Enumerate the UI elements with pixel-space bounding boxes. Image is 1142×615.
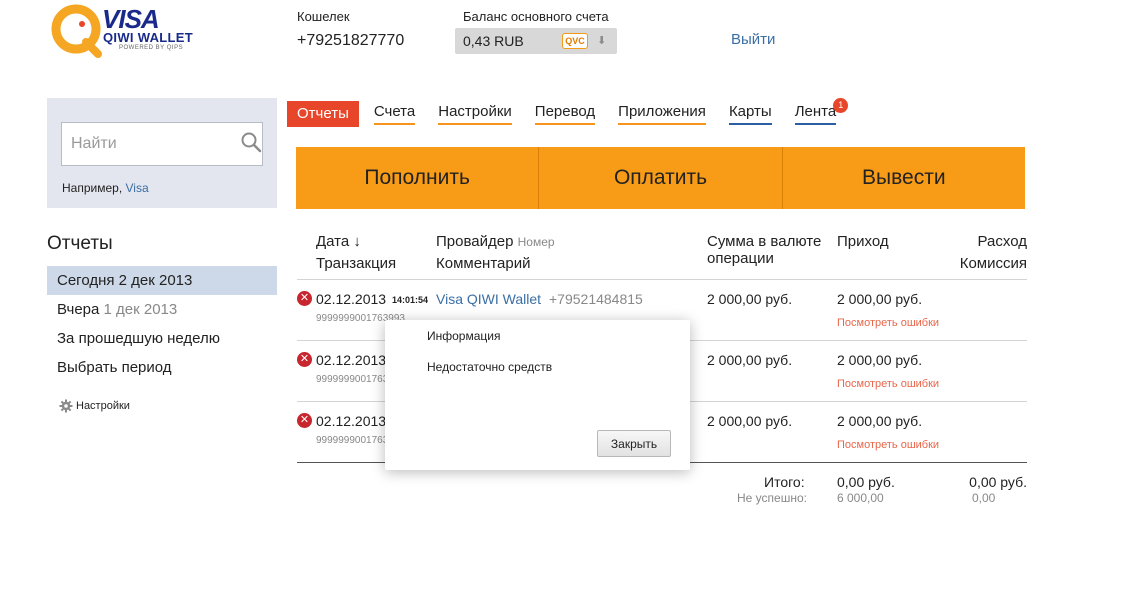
withdraw-button[interactable]: Вывести <box>783 147 1025 209</box>
gear-icon <box>59 399 73 413</box>
arrow-down-icon[interactable]: ⬇ <box>597 34 606 47</box>
totals-expense: 0,00 руб. <box>969 474 1027 490</box>
period-label: За прошедшую неделю <box>57 330 221 347</box>
action-bar: Пополнить Оплатить Вывести <box>296 147 1025 209</box>
header-amount-line1: Сумма в валюте <box>707 233 822 250</box>
row-date: 02.12.2013 <box>316 413 387 429</box>
logo-powered: POWERED BY QIPS <box>119 45 184 51</box>
main-tabs: Отчеты Счета Настройки Перевод Приложени… <box>287 98 859 127</box>
tab-feed-label: Лента <box>794 103 837 120</box>
totals-income-failed: 6 000,00 <box>837 491 884 505</box>
error-icon: ✕ <box>297 413 312 428</box>
header-expense: Расход <box>977 233 1027 250</box>
tab-settings[interactable]: Настройки <box>438 101 512 125</box>
row-transaction: 9999999001763 <box>316 374 389 385</box>
balance-value: 0,43 RUB <box>463 33 524 49</box>
row-provider[interactable]: Visa QIWI Wallet <box>436 291 541 307</box>
tab-accounts[interactable]: Счета <box>373 101 416 125</box>
balance-selector[interactable]: 0,43 RUB QVC ⬇ <box>455 28 617 54</box>
header-date[interactable]: Дата ↓ <box>316 233 361 250</box>
tab-reports[interactable]: Отчеты <box>287 101 359 127</box>
period-label: Сегодня 2 дек 2013 <box>57 272 193 289</box>
period-item-custom[interactable]: Выбрать период <box>47 353 277 382</box>
search-hint-link[interactable]: Visa <box>126 181 149 195</box>
pay-button[interactable]: Оплатить <box>539 147 783 209</box>
header-commission: Комиссия <box>959 255 1027 272</box>
row-income: 2 000,00 руб. <box>837 413 923 429</box>
totals-income: 0,00 руб. <box>837 474 895 490</box>
row-date: 02.12.2013 <box>316 291 387 307</box>
notification-badge: 1 <box>833 98 849 113</box>
header-comment: Комментарий <box>436 255 531 272</box>
header-provider-label: Провайдер <box>436 233 514 250</box>
search-panel: Например, Visa <box>47 98 277 208</box>
row-number: +79521484815 <box>549 291 643 307</box>
error-icon: ✕ <box>297 291 312 306</box>
header-income: Приход <box>837 233 889 250</box>
tab-transfer[interactable]: Перевод <box>534 101 596 125</box>
settings-label: Настройки <box>76 400 130 412</box>
row-amount: 2 000,00 руб. <box>707 291 793 307</box>
logout-link[interactable]: Выйти <box>731 31 775 48</box>
totals-failed-label: Не успешно: <box>737 491 807 505</box>
view-errors-link[interactable]: Посмотреть ошибки <box>837 378 939 390</box>
error-icon: ✕ <box>297 352 312 367</box>
tab-feed[interactable]: Лента 1 <box>794 98 849 125</box>
view-errors-link[interactable]: Посмотреть ошибки <box>837 317 939 329</box>
sidebar-title: Отчеты <box>47 233 113 254</box>
row-amount: 2 000,00 руб. <box>707 352 793 368</box>
row-income: 2 000,00 руб. <box>837 352 923 368</box>
period-list: Сегодня 2 дек 2013 Вчера 1 дек 2013 За п… <box>47 266 277 382</box>
dialog-message: Недостаточно средств <box>427 360 553 374</box>
row-amount: 2 000,00 руб. <box>707 413 793 429</box>
wallet-label: Кошелек <box>297 9 350 24</box>
search-hint: Например, Visa <box>62 181 149 195</box>
header-transaction: Транзакция <box>316 255 397 272</box>
row-transaction: 9999999001763 <box>316 435 389 446</box>
balance-label: Баланс основного счета <box>463 9 609 24</box>
tab-apps[interactable]: Приложения <box>618 101 706 125</box>
period-label: Вчера <box>57 301 100 318</box>
tab-cards[interactable]: Карты <box>728 101 772 125</box>
logo-product: QIWI WALLET <box>103 30 193 45</box>
header-provider: Провайдер Номер <box>436 233 555 250</box>
period-item-week[interactable]: За прошедшую неделю <box>47 324 277 353</box>
dialog-title: Информация <box>427 329 501 343</box>
period-item-yesterday[interactable]: Вчера 1 дек 2013 <box>47 295 277 324</box>
view-errors-link[interactable]: Посмотреть ошибки <box>837 439 939 451</box>
table-divider <box>297 279 1027 280</box>
totals-expense-failed: 0,00 <box>972 491 996 505</box>
close-button[interactable]: Закрыть <box>597 430 671 457</box>
header-number-label: Номер <box>517 235 555 249</box>
qiwi-visa-logo[interactable]: VISA QIWI WALLET POWERED BY QIPS <box>50 2 200 60</box>
search-input[interactable] <box>61 122 263 166</box>
currency-badge: QVC <box>562 33 588 49</box>
period-label: Выбрать период <box>57 359 172 376</box>
header-amount-line2: операции <box>707 250 774 267</box>
wallet-phone: +79251827770 <box>297 32 405 49</box>
totals-label: Итого: <box>764 474 805 490</box>
row-time: 14:01:54 <box>392 295 429 305</box>
sidebar-settings-link[interactable]: Настройки <box>59 399 130 413</box>
row-income: 2 000,00 руб. <box>837 291 923 307</box>
search-icon[interactable] <box>240 131 262 153</box>
search-hint-prefix: Например, <box>62 181 123 195</box>
info-dialog: Информация Недостаточно средств Закрыть <box>385 320 690 470</box>
period-note: 1 дек 2013 <box>103 301 178 318</box>
row-date: 02.12.2013 <box>316 352 387 368</box>
period-item-today[interactable]: Сегодня 2 дек 2013 <box>47 266 277 295</box>
qiwi-logo-icon <box>51 4 102 58</box>
topup-button[interactable]: Пополнить <box>296 147 540 209</box>
